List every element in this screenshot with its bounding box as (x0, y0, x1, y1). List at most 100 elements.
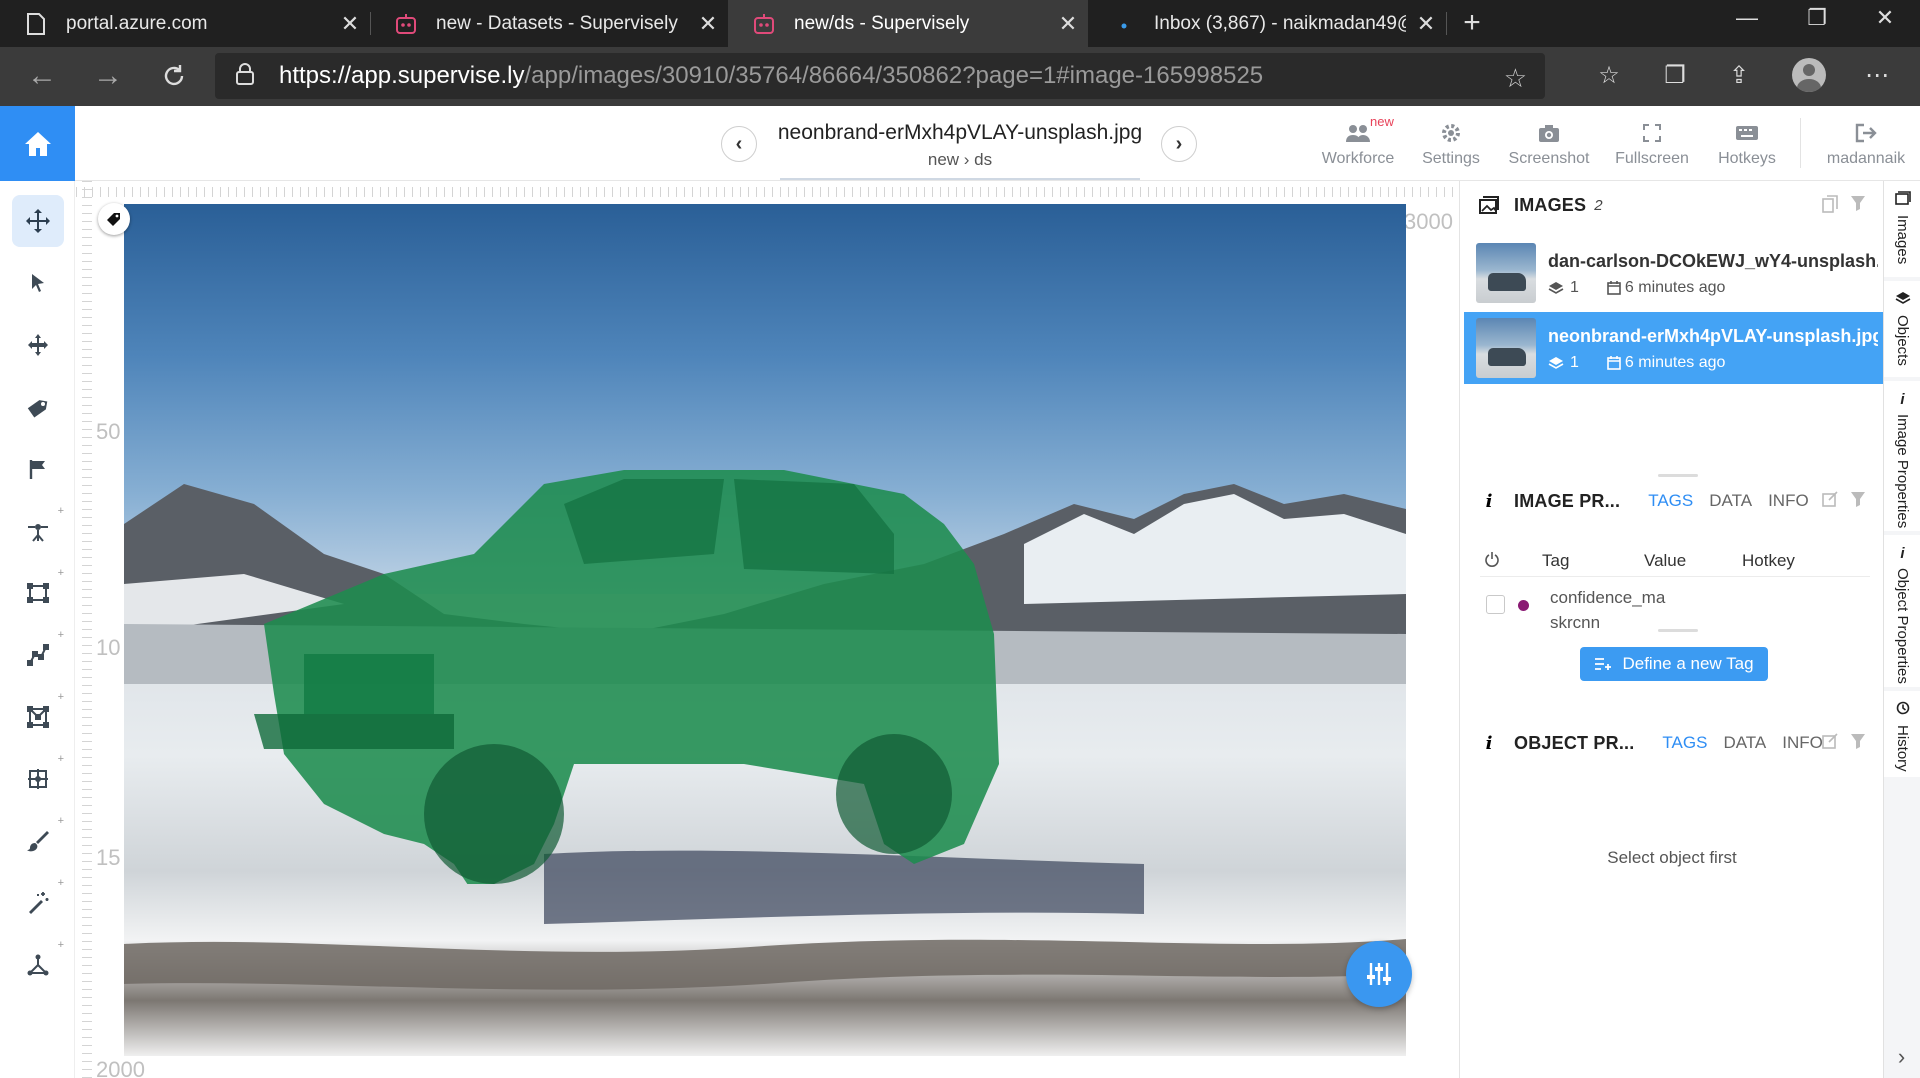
magic-wand-tool[interactable]: + (12, 877, 64, 929)
tab-title: new - Datasets - Supervisely (436, 12, 678, 34)
next-image-button[interactable]: › (1161, 126, 1197, 162)
tool-palette: + + + + + + + + (0, 181, 75, 1078)
side-tab-images[interactable]: Images (1884, 181, 1920, 277)
previous-image-button[interactable]: ‹ (721, 126, 757, 162)
home-icon (24, 131, 51, 156)
tab-data[interactable]: DATA (1723, 733, 1766, 753)
tab-title: portal.azure.com (66, 12, 208, 34)
vehicle-mask[interactable] (244, 464, 1194, 884)
image-properties-header: i IMAGE PR... TAGS DATA INFO (1460, 481, 1884, 521)
supervisely-icon (752, 12, 776, 36)
forward-icon[interactable]: → (80, 47, 136, 106)
images-panel-header: IMAGES 2 (1460, 185, 1884, 225)
tab-tags[interactable]: TAGS (1662, 733, 1707, 753)
tag-checkbox[interactable] (1486, 595, 1505, 614)
image-preview[interactable] (124, 204, 1406, 1056)
tab-title: Inbox (3,867) - naikmadan49@gmail.com (1154, 12, 1406, 34)
plus-icon: + (57, 505, 64, 517)
info-icon: i (1485, 732, 1493, 754)
polyline-tool[interactable]: + (12, 629, 64, 681)
point-tool[interactable]: + (12, 505, 64, 557)
edit-icon[interactable] (1822, 733, 1838, 749)
panel-splitter[interactable] (1658, 629, 1698, 632)
fullscreen-label: Fullscreen (1615, 150, 1689, 167)
calendar-icon (1607, 281, 1621, 295)
new-badge: new (1370, 114, 1394, 129)
window-close-icon[interactable]: ✕ (1850, 0, 1920, 40)
filter-icon[interactable] (1850, 733, 1866, 749)
plus-icon: + (57, 753, 64, 765)
copy-icon[interactable] (1822, 195, 1838, 213)
image-list-item[interactable]: dan-carlson-DCOkEWJ_wY4-unsplash.jpg 1 6… (1464, 237, 1884, 309)
browser-tab-datasets[interactable]: new - Datasets - Supervisely ✕ (370, 0, 728, 47)
address-bar[interactable]: https://app.supervise.ly/app/images/3091… (215, 53, 1545, 99)
filter-icon[interactable] (1850, 491, 1866, 507)
chevron-right-icon[interactable]: › (1883, 1044, 1920, 1078)
edit-icon[interactable] (1822, 491, 1838, 507)
rectangle-tool[interactable]: + (12, 567, 64, 619)
browser-tab-annotation[interactable]: new/ds - Supervisely ✕ (728, 0, 1088, 47)
new-tab-button[interactable]: + (1452, 0, 1492, 47)
side-tab-objects[interactable]: Objects (1884, 281, 1920, 377)
smart-tool-icon (28, 769, 48, 789)
smart-tool[interactable]: + (12, 753, 64, 805)
filter-icon[interactable] (1850, 195, 1866, 211)
pan-tool[interactable] (12, 195, 64, 247)
side-tab-history[interactable]: History (1884, 691, 1920, 777)
back-icon[interactable]: ← (14, 47, 70, 106)
user-menu[interactable]: madannaik (1818, 120, 1914, 168)
sliders-icon (1367, 963, 1391, 985)
favorite-star-icon[interactable]: ☆ (1504, 63, 1527, 94)
power-icon[interactable] (1484, 551, 1500, 572)
brush-tool[interactable]: + (12, 815, 64, 867)
collections-icon[interactable]: ❐ (1654, 55, 1696, 97)
app-header: ‹ neonbrand-erMxh4pVLAY-unsplash.jpg new… (0, 106, 1920, 181)
browser-tab-inbox[interactable]: Inbox (3,867) - naikmadan49@gmail.com ✕ (1088, 0, 1446, 47)
hotkeys-button[interactable]: Hotkeys (1710, 120, 1784, 168)
tab-tags[interactable]: TAGS (1648, 491, 1693, 511)
more-icon[interactable]: ⋯ (1856, 55, 1898, 97)
home-button[interactable] (0, 106, 75, 181)
breadcrumb[interactable]: new › ds (760, 150, 1160, 170)
browser-tab-azure[interactable]: portal.azure.com ✕ (0, 0, 370, 47)
tag-icon (27, 400, 48, 418)
tab-data[interactable]: DATA (1709, 491, 1752, 511)
drag-tool[interactable] (12, 319, 64, 371)
side-tab-bar: Images Objects i Image Properties i Obje… (1883, 181, 1920, 1078)
column-tag: Tag (1542, 551, 1570, 570)
annotation-canvas[interactable]: 3000 50 10 15 2000 (76, 181, 1458, 1078)
select-tool[interactable] (12, 257, 64, 309)
settings-button[interactable]: Settings (1412, 120, 1490, 168)
graph-tool[interactable]: + (12, 939, 64, 991)
tag-toggle-button[interactable] (98, 203, 130, 235)
tag-tool[interactable] (12, 381, 64, 433)
close-icon[interactable]: ✕ (330, 11, 370, 37)
screenshot-label: Screenshot (1508, 150, 1590, 167)
image-list-item-selected[interactable]: neonbrand-erMxh4pVLAY-unsplash.jpg 1 6 m… (1464, 312, 1884, 384)
close-icon[interactable]: ✕ (688, 11, 728, 37)
browser-toolbar: ← → https://app.supervise.ly/app/images/… (0, 47, 1920, 106)
define-new-tag-button[interactable]: Define a new Tag (1580, 647, 1768, 681)
tab-info[interactable]: INFO (1768, 491, 1809, 511)
refresh-icon[interactable] (146, 47, 202, 106)
side-tab-object-properties[interactable]: i Object Properties (1884, 535, 1920, 687)
share-icon[interactable]: ⇪ (1718, 55, 1760, 97)
image-meta: 1 6 minutes ago (1548, 279, 1725, 297)
close-icon[interactable]: ✕ (1048, 11, 1088, 37)
tab-info[interactable]: INFO (1782, 733, 1823, 753)
settings-label: Settings (1422, 150, 1480, 167)
restore-icon[interactable]: ❐ (1782, 0, 1852, 40)
horizontal-ruler (76, 181, 1458, 203)
fullscreen-button[interactable]: Fullscreen (1610, 120, 1694, 168)
profile-avatar[interactable] (1792, 58, 1826, 92)
minimize-icon[interactable]: — (1712, 0, 1782, 40)
side-tab-image-properties[interactable]: i Image Properties (1884, 381, 1920, 531)
screenshot-button[interactable]: Screenshot (1502, 120, 1596, 168)
favorites-icon[interactable]: ☆ (1588, 55, 1630, 97)
bbox-icon (27, 583, 49, 603)
flag-tool[interactable] (12, 443, 64, 495)
panel-splitter[interactable] (1658, 474, 1698, 477)
view-settings-button[interactable] (1346, 941, 1412, 1007)
close-icon[interactable]: ✕ (1406, 11, 1446, 37)
polygon-tool[interactable]: + (12, 691, 64, 743)
